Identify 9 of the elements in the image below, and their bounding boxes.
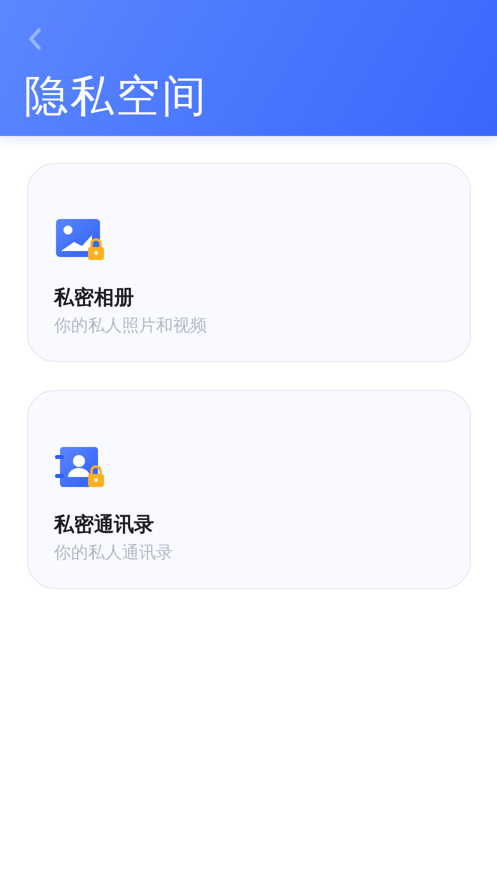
vault-card[interactable]: 私密相册 你的私人照片和视频 (27, 163, 471, 362)
photo-lock-icon (54, 218, 106, 262)
card-title: 私密相册 (54, 284, 135, 311)
back-icon (28, 28, 42, 50)
page-title: 隐私空间 (24, 70, 209, 124)
card-subtitle: 你的私人通讯录 (54, 542, 174, 565)
card-title: 私密通讯录 (54, 511, 155, 538)
card-subtitle: 你的私人照片和视频 (54, 315, 208, 338)
vault-card[interactable]: 私密通讯录 你的私人通讯录 (27, 390, 471, 589)
